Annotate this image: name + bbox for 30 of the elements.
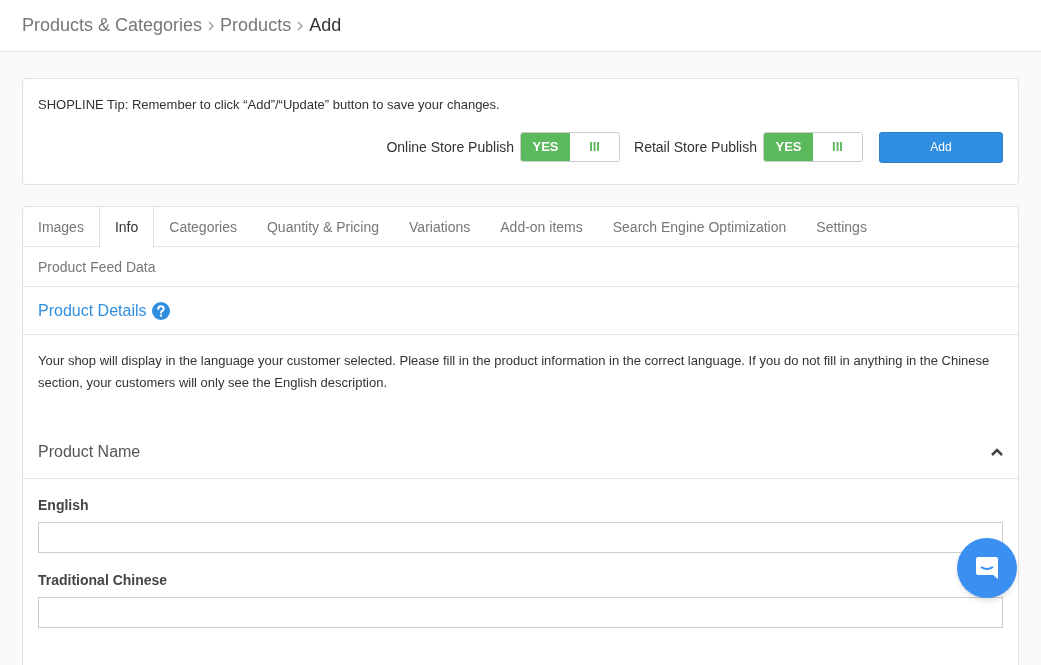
breadcrumb-item[interactable]: Products [220,12,292,39]
chevron-icon [208,20,215,31]
field-label: Traditional Chinese [38,571,169,590]
input-field[interactable] [38,522,1003,553]
tip-text: SHOPLINE Tip: Remember to click “Add”/“Update” button to save your changes. [38,96,501,114]
section-title: Product Details [38,300,147,321]
breadcrumb-item: Add [309,14,342,37]
tab[interactable]: Add-on items [485,207,598,247]
publish-toggle[interactable]: YES III [520,132,621,162]
tab[interactable]: Images [23,207,99,247]
tab[interactable]: Product Feed Data [23,247,171,287]
toggle-label: Online Store Publish [386,137,515,157]
input-field[interactable] [38,597,1003,628]
breadcrumb-item[interactable]: Products & Categories [22,12,203,39]
chevron-icon [297,20,304,31]
toggle-label: Retail Store Publish [634,137,757,157]
chat-icon [974,555,1000,581]
tab[interactable]: Search Engine Optimization [597,207,802,247]
tab[interactable]: Variations [394,207,486,247]
publish-toggle[interactable]: YES III [763,132,863,162]
section-heading: Product Name [38,442,141,462]
help-icon[interactable] [151,301,170,320]
tab[interactable]: Settings [801,207,882,247]
tab[interactable]: Quantity & Pricing [252,207,395,247]
tab[interactable]: Info [98,207,155,248]
add-button[interactable]: Add [879,131,1003,163]
tab[interactable]: Categories [154,207,252,247]
field-label: English [38,496,90,515]
description-text: Your shop will display in the language your customer selected. Please fill in the product information in the correct language. If you do not fill in anything in the Chinese section, your customers will only see the English description. [37,352,991,392]
caret-icon[interactable] [991,448,1003,456]
